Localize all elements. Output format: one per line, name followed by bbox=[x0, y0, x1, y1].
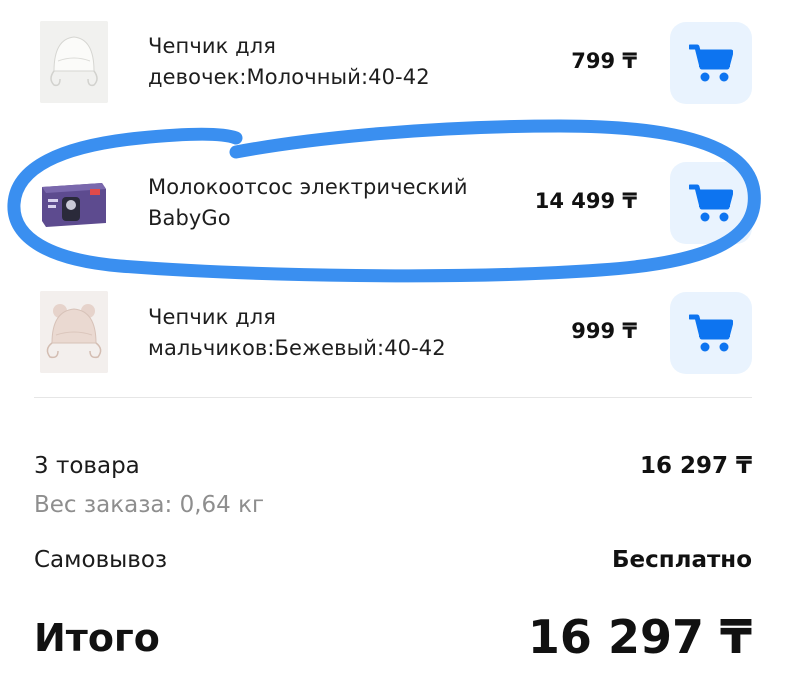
delivery-price: Бесплатно bbox=[611, 547, 752, 573]
product-name[interactable]: Молокоотсос электрический BabyGo bbox=[148, 172, 508, 234]
order-weight: Вес заказа: 0,64 кг bbox=[34, 492, 265, 518]
breast-pump-box-icon bbox=[40, 161, 108, 243]
add-to-cart-button[interactable] bbox=[670, 22, 752, 104]
product-thumbnail[interactable] bbox=[40, 291, 108, 373]
product-name[interactable]: Чепчик для мальчиков:Бежевый:40-42 bbox=[148, 302, 508, 364]
cart-icon bbox=[689, 44, 733, 82]
product-price: 799 ₸ bbox=[571, 49, 637, 73]
baby-bonnet-icon bbox=[40, 291, 108, 373]
cart-item: Чепчик для девочек:Молочный:40-42 799 ₸ bbox=[0, 0, 785, 120]
delivery-method: Самовывоз bbox=[34, 547, 168, 573]
product-price: 14 499 ₸ bbox=[534, 189, 637, 213]
add-to-cart-button[interactable] bbox=[670, 162, 752, 244]
cart-icon bbox=[689, 184, 733, 222]
items-count: 3 товара bbox=[34, 453, 140, 479]
divider bbox=[34, 397, 752, 398]
add-to-cart-button[interactable] bbox=[670, 292, 752, 374]
cart-icon bbox=[689, 314, 733, 352]
total-value: 16 297 ₸ bbox=[527, 610, 752, 664]
cart-item: Молокоотсос электрический BabyGo 14 499 … bbox=[0, 140, 785, 260]
product-name[interactable]: Чепчик для девочек:Молочный:40-42 bbox=[148, 31, 508, 93]
baby-bonnet-icon bbox=[40, 21, 108, 103]
product-thumbnail[interactable] bbox=[40, 21, 108, 103]
items-total: 16 297 ₸ bbox=[639, 453, 752, 479]
cart-item: Чепчик для мальчиков:Бежевый:40-42 999 ₸ bbox=[0, 270, 785, 390]
product-thumbnail[interactable] bbox=[40, 161, 108, 243]
total-label: Итого bbox=[34, 616, 160, 660]
product-price: 999 ₸ bbox=[571, 319, 637, 343]
